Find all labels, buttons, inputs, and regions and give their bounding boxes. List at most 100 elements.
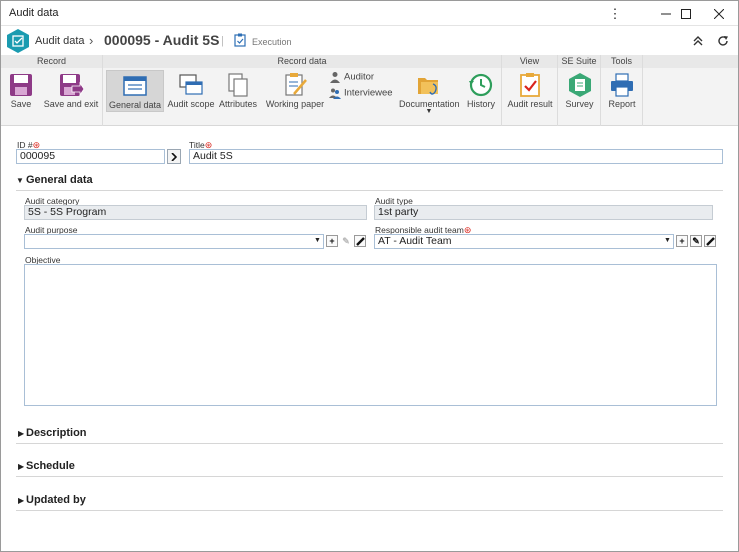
- ribbon-group-record: Record Save Save and exit: [1, 55, 103, 126]
- working-paper-label: Working paper: [265, 99, 325, 109]
- general-data-icon: [123, 76, 147, 96]
- title-bar: Audit data ⋮: [1, 1, 738, 26]
- status-label: Execution: [252, 37, 292, 47]
- audit-purpose-clear-button[interactable]: [354, 235, 366, 247]
- group-label: View: [502, 55, 557, 68]
- audit-scope-button[interactable]: Audit scope: [166, 70, 216, 112]
- history-label: History: [466, 99, 495, 109]
- save-and-exit-button[interactable]: Save and exit: [43, 70, 99, 112]
- documentation-button[interactable]: Documentation ▼: [399, 70, 460, 115]
- ribbon-group-view: View Audit result: [502, 55, 558, 126]
- group-label: Tools: [601, 55, 642, 68]
- section-description[interactable]: ▶ Description: [16, 426, 723, 444]
- form-content: ID #⊛ 000095 Title⊛ Audit 5S ▼ General d…: [1, 127, 738, 551]
- general-data-label: General data: [108, 100, 162, 110]
- audit-app-icon: [7, 29, 29, 53]
- record-header: Audit data › 000095 - Audit 5S | Executi…: [1, 27, 738, 55]
- section-general-data[interactable]: ▼ General data: [16, 173, 723, 191]
- section-title: General data: [26, 174, 93, 186]
- breadcrumb-separator: ›: [89, 33, 94, 48]
- eraser-icon: [705, 236, 715, 246]
- caret-right-icon: ▶: [18, 429, 25, 438]
- record-title: 000095 - Audit 5S: [104, 32, 220, 48]
- report-printer-icon: [611, 73, 633, 97]
- plus-icon: +: [679, 236, 685, 246]
- audit-purpose-add-button[interactable]: +: [326, 235, 338, 247]
- header-divider: |: [221, 35, 224, 47]
- caret-down-icon: ▼: [16, 176, 24, 185]
- responsible-team-clear-button[interactable]: [704, 235, 716, 247]
- caret-right-icon: ▶: [18, 496, 25, 505]
- dropdown-arrow-icon[interactable]: ▼: [314, 237, 321, 244]
- group-label: SE Suite: [558, 55, 600, 68]
- section-title: Schedule: [26, 460, 75, 472]
- save-icon: [10, 74, 32, 96]
- responsible-team-add-button[interactable]: +: [676, 235, 688, 247]
- id-input[interactable]: 000095: [16, 149, 165, 164]
- auditor-icon: [330, 72, 340, 83]
- audit-scope-label: Audit scope: [167, 99, 215, 109]
- id-next-button[interactable]: [167, 149, 181, 164]
- working-paper-button[interactable]: Working paper: [265, 70, 325, 112]
- maximize-button[interactable]: [669, 1, 703, 26]
- caret-right-icon: ▶: [18, 462, 25, 471]
- survey-icon: [568, 73, 591, 97]
- survey-button[interactable]: Survey: [560, 70, 599, 112]
- section-updated-by[interactable]: ▶ Updated by: [16, 493, 723, 511]
- audit-purpose-select[interactable]: [24, 234, 324, 249]
- responsible-team-select[interactable]: AT - Audit Team: [374, 234, 674, 249]
- section-title: Description: [26, 427, 87, 439]
- working-paper-icon: [285, 73, 307, 96]
- ribbon-header-filler: [643, 55, 738, 68]
- chevron-right-icon: [171, 152, 177, 161]
- collapse-header-button[interactable]: [689, 32, 707, 50]
- history-button[interactable]: History: [463, 70, 499, 112]
- title-input[interactable]: Audit 5S: [189, 149, 723, 164]
- objective-textarea[interactable]: [24, 264, 717, 406]
- audit-category-field: 5S - 5S Program: [24, 205, 367, 220]
- section-schedule[interactable]: ▶ Schedule: [16, 459, 723, 477]
- responsible-team-edit-button[interactable]: ✎: [690, 235, 702, 247]
- save-exit-icon: [60, 74, 84, 97]
- attributes-icon: [228, 73, 248, 97]
- ribbon-toolbar: Record Save Save and exit Record data Ge…: [1, 55, 738, 126]
- refresh-icon: [718, 36, 728, 46]
- auditor-label: Auditor: [344, 71, 375, 83]
- audit-purpose-edit-button: ✎: [340, 235, 352, 247]
- window-menu-button[interactable]: ⋮: [598, 1, 632, 26]
- vertical-dots-icon: ⋮: [608, 5, 622, 21]
- ribbon-group-se-suite: SE Suite Survey: [558, 55, 601, 126]
- audit-result-label: Audit result: [507, 99, 553, 109]
- maximize-icon: [681, 8, 691, 19]
- documentation-icon: [418, 78, 438, 95]
- ribbon-group-record-data: Record data General data Audit scope Att…: [103, 55, 502, 126]
- report-button[interactable]: Report: [603, 70, 641, 112]
- save-and-exit-label: Save and exit: [43, 99, 99, 109]
- interviewee-button[interactable]: Interviewee: [329, 87, 393, 101]
- pencil-icon: ✎: [342, 235, 350, 246]
- section-title: Updated by: [26, 494, 86, 506]
- close-button[interactable]: [702, 1, 736, 26]
- save-button[interactable]: Save: [3, 70, 39, 112]
- auditor-button[interactable]: Auditor: [329, 71, 374, 85]
- interviewee-icon: [329, 88, 341, 99]
- ribbon-group-tools: Tools Report: [601, 55, 643, 126]
- double-chevron-up-icon: [693, 36, 703, 46]
- interviewee-label: Interviewee: [344, 87, 393, 99]
- audit-data-window: Audit data ⋮ Audit data › 000095 - Audit…: [0, 0, 739, 552]
- group-label: Record: [1, 55, 102, 68]
- dropdown-arrow-icon[interactable]: ▼: [664, 237, 671, 244]
- audit-result-button[interactable]: Audit result: [505, 70, 555, 112]
- audit-type-field: 1st party: [374, 205, 713, 220]
- group-label: Record data: [103, 55, 501, 68]
- general-data-button[interactable]: General data: [106, 70, 164, 112]
- documentation-dropdown-caret[interactable]: ▼: [399, 108, 459, 115]
- refresh-button[interactable]: [714, 32, 732, 50]
- audit-scope-icon: [179, 74, 203, 95]
- plus-icon: +: [329, 236, 335, 246]
- attributes-label: Attributes: [218, 99, 258, 109]
- close-icon: [714, 8, 724, 19]
- breadcrumb-root[interactable]: Audit data: [35, 35, 85, 47]
- pencil-icon: ✎: [692, 235, 700, 246]
- attributes-button[interactable]: Attributes: [218, 70, 258, 112]
